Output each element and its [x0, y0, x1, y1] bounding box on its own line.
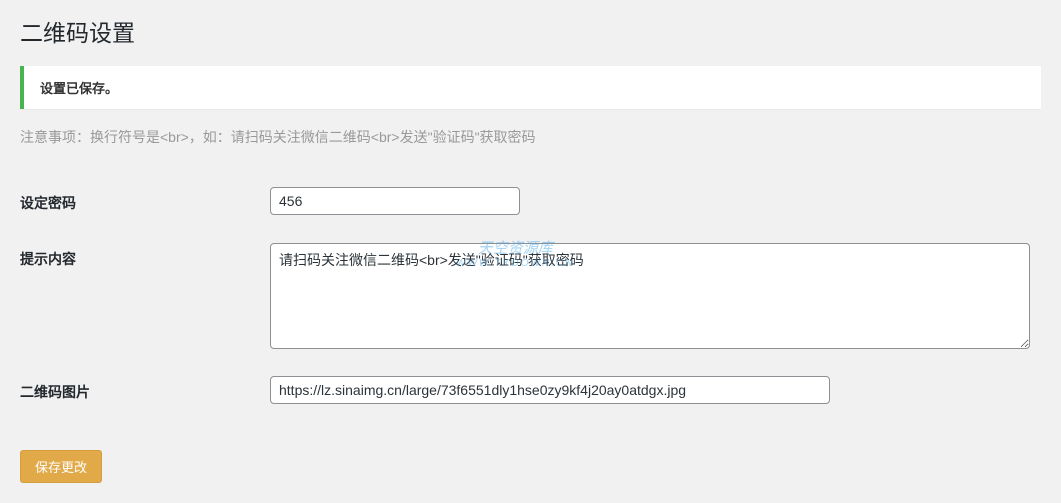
tip-textarea[interactable]	[270, 243, 1030, 349]
notice-text: 设置已保存。	[40, 78, 1025, 97]
notice-success: 设置已保存。	[20, 66, 1041, 109]
page-title: 二维码设置	[20, 0, 1041, 66]
tip-label: 提示内容	[20, 231, 270, 364]
password-input[interactable]	[270, 187, 520, 215]
save-button[interactable]: 保存更改	[20, 450, 102, 483]
hint-text: 注意事项：换行符号是<br>，如：请扫码关注微信二维码<br>发送"验证码"获取…	[20, 127, 1041, 147]
qrcode-input[interactable]	[270, 376, 830, 404]
password-label: 设定密码	[20, 175, 270, 231]
qrcode-label: 二维码图片	[20, 364, 270, 420]
